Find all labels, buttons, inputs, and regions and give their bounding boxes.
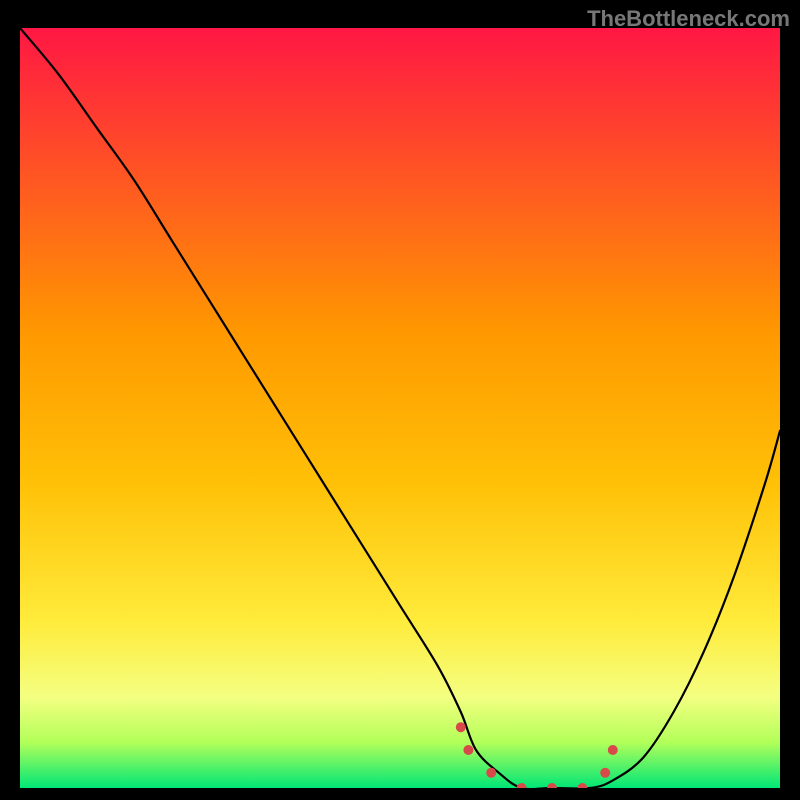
- marker-dot: [463, 745, 473, 755]
- bottleneck-curve: [20, 28, 780, 788]
- marker-dot: [456, 722, 466, 732]
- watermark-label: TheBottleneck.com: [587, 6, 790, 32]
- marker-dot: [486, 768, 496, 778]
- marker-dot: [608, 745, 618, 755]
- chart-container: TheBottleneck.com: [0, 0, 800, 800]
- curve-layer: [20, 28, 780, 788]
- marker-dot: [547, 783, 557, 788]
- marker-dot: [517, 783, 527, 788]
- marker-dot: [577, 783, 587, 788]
- marker-dot: [600, 768, 610, 778]
- plot-area: [20, 28, 780, 788]
